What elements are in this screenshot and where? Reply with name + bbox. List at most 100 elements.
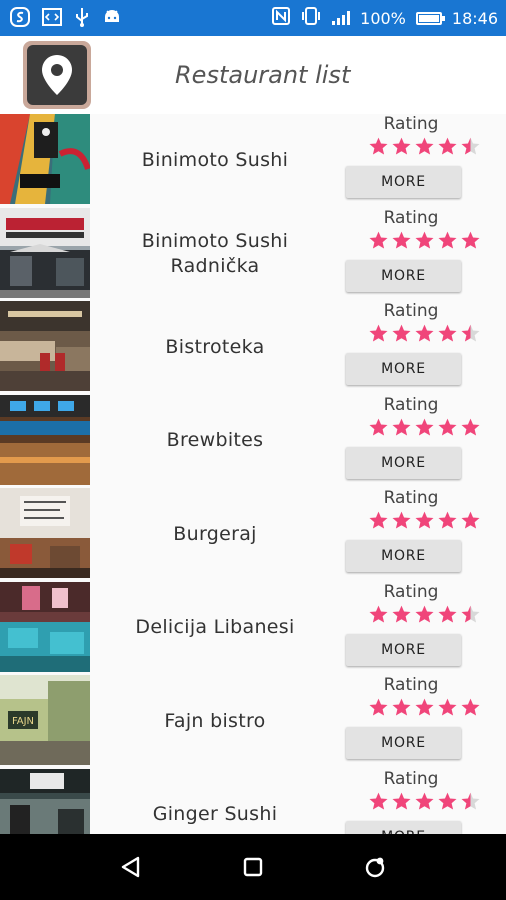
restaurant-name: Ginger Sushi xyxy=(152,803,278,826)
rating-label: Rating xyxy=(383,768,439,789)
restaurant-name: Delicija Libanesi xyxy=(135,616,295,639)
restaurant-name: Brewbites xyxy=(166,429,264,452)
star-icon xyxy=(438,792,457,810)
star-icon xyxy=(392,324,411,342)
star-icon xyxy=(415,418,434,436)
map-pin-icon xyxy=(42,55,72,95)
rating-label: Rating xyxy=(383,301,439,321)
star-icon xyxy=(392,698,411,716)
more-button[interactable]: MORE xyxy=(346,540,461,572)
svg-text:FAJN: FAJN xyxy=(12,716,34,727)
restaurant-list-item[interactable]: Binimoto Sushi Radnička Rating MORE xyxy=(0,207,506,302)
rating-label: Rating xyxy=(383,488,439,508)
restaurant-name: Bistroteka xyxy=(165,335,265,358)
star-icon xyxy=(369,137,388,155)
more-button[interactable]: MORE xyxy=(346,259,461,292)
star-icon xyxy=(392,231,411,249)
restaurant-thumbnail[interactable] xyxy=(0,114,90,204)
clock: 18:46 xyxy=(451,8,498,28)
navigation-bar xyxy=(0,834,506,900)
app-logo xyxy=(23,41,91,109)
star-icon xyxy=(369,698,388,716)
battery-icon xyxy=(415,11,445,25)
restaurant-list-item[interactable]: Burgeraj Rating MORE xyxy=(0,488,506,582)
restaurant-name: Fajn bistro xyxy=(164,709,266,732)
star-icon xyxy=(415,605,434,623)
star-icon xyxy=(369,418,388,436)
restaurant-thumbnail[interactable] xyxy=(0,394,90,485)
nfc-icon xyxy=(272,7,291,29)
rating-label: Rating xyxy=(383,675,439,695)
star-icon xyxy=(369,605,388,623)
star-icon xyxy=(461,137,480,155)
rating-stars xyxy=(368,230,481,251)
star-icon xyxy=(438,605,457,623)
home-icon xyxy=(243,857,263,877)
more-button[interactable]: MORE xyxy=(346,633,461,666)
app-header: Restaurant list xyxy=(0,36,506,114)
star-icon xyxy=(392,511,411,529)
restaurant-list-item[interactable]: Binimoto Sushi Rating MORE xyxy=(0,114,506,208)
back-button[interactable] xyxy=(111,847,151,887)
signal-icon xyxy=(332,11,351,25)
star-icon xyxy=(438,698,457,716)
star-icon xyxy=(461,324,480,342)
rating-label: Rating xyxy=(383,394,439,415)
restaurant-list-item[interactable]: Bistroteka Rating MORE xyxy=(0,301,506,395)
restaurant-list-item[interactable]: FAJN Fajn bistro Rating MORE xyxy=(0,675,506,769)
restaurant-list-item[interactable]: Delicija Libanesi Rating MORE xyxy=(0,581,506,676)
star-icon xyxy=(392,418,411,436)
rating-label: Rating xyxy=(383,581,439,602)
star-icon xyxy=(369,792,388,810)
code-icon xyxy=(42,7,62,30)
more-button[interactable]: MORE xyxy=(346,446,461,479)
star-icon xyxy=(392,137,411,155)
rating-label: Rating xyxy=(383,207,439,228)
star-icon xyxy=(438,137,457,155)
star-icon xyxy=(369,324,388,342)
star-icon xyxy=(415,511,434,529)
rating-stars xyxy=(368,323,481,344)
star-icon xyxy=(461,511,480,529)
rating-stars xyxy=(368,697,481,718)
recents-button[interactable] xyxy=(355,847,395,887)
recents-icon xyxy=(365,857,385,878)
restaurant-thumbnail[interactable] xyxy=(0,581,90,672)
rating-stars xyxy=(368,791,481,812)
star-icon xyxy=(392,605,411,623)
rating-stars xyxy=(368,510,481,531)
star-icon xyxy=(415,324,434,342)
star-icon xyxy=(415,792,434,810)
restaurant-name: Binimoto Sushi Radnička xyxy=(141,229,289,277)
more-button[interactable]: MORE xyxy=(346,820,461,834)
restaurant-list[interactable]: Binimoto Sushi Rating MORE Binimoto Sushi R… xyxy=(0,114,506,834)
restaurant-name: Binimoto Sushi xyxy=(141,148,289,171)
star-icon xyxy=(461,231,480,249)
rating-stars xyxy=(368,604,481,625)
star-icon xyxy=(461,605,480,623)
home-button[interactable] xyxy=(233,847,273,887)
restaurant-thumbnail[interactable]: FAJN xyxy=(0,675,90,765)
star-icon xyxy=(415,137,434,155)
restaurant-thumbnail[interactable] xyxy=(0,301,90,391)
star-icon xyxy=(461,698,480,716)
page-title: Restaurant list xyxy=(175,61,351,89)
restaurant-list-item[interactable]: Ginger Sushi Rating MORE xyxy=(0,768,506,834)
more-button[interactable]: MORE xyxy=(346,727,461,759)
restaurant-thumbnail[interactable] xyxy=(0,207,90,298)
rating-label: Rating xyxy=(383,114,439,134)
battery-percent: 100% xyxy=(360,8,406,28)
star-icon xyxy=(369,231,388,249)
restaurant-name: Burgeraj xyxy=(173,522,257,545)
restaurant-thumbnail[interactable] xyxy=(0,768,90,834)
vibrate-icon xyxy=(300,7,322,29)
swiftkey-icon xyxy=(10,6,30,30)
android-icon xyxy=(102,7,122,30)
status-bar: 100% 18:46 xyxy=(0,0,506,36)
more-button[interactable]: MORE xyxy=(346,353,461,385)
rating-stars xyxy=(368,417,481,438)
star-icon xyxy=(438,418,457,436)
more-button[interactable]: MORE xyxy=(346,166,461,198)
restaurant-list-item[interactable]: Brewbites Rating MORE xyxy=(0,394,506,489)
restaurant-thumbnail[interactable] xyxy=(0,488,90,578)
